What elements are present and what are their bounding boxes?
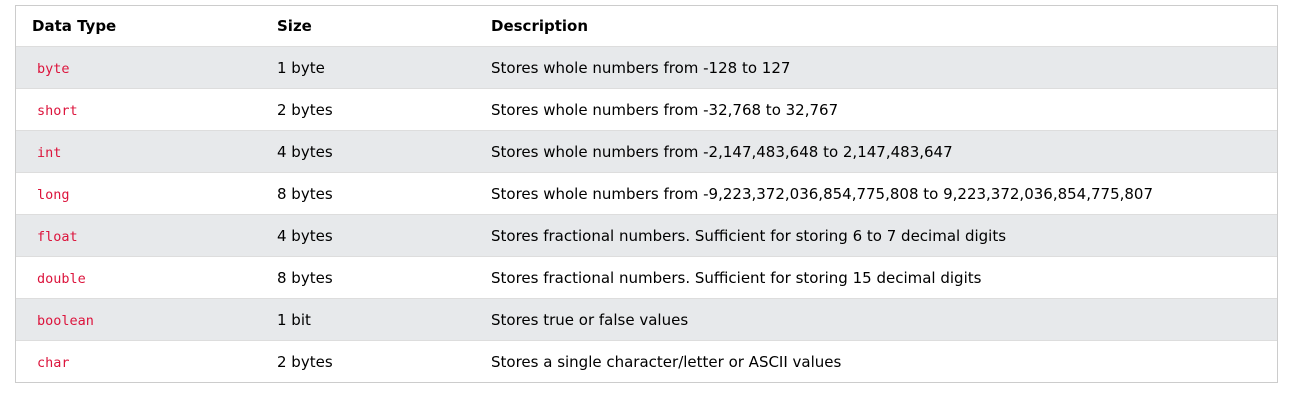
data-types-table-container: Data Type Size Description byte 1 byte S… (15, 5, 1278, 383)
code-keyword: long (37, 186, 70, 203)
code-keyword: int (37, 144, 62, 161)
cell-description: Stores whole numbers from -32,768 to 32,… (475, 88, 1277, 131)
code-keyword: double (37, 270, 86, 287)
cell-description: Stores true or false values (475, 298, 1277, 341)
code-keyword: short (37, 102, 78, 119)
cell-data-type: int (16, 130, 261, 173)
cell-size: 1 bit (261, 298, 475, 341)
code-keyword: byte (37, 60, 70, 77)
header-description: Description (475, 6, 1277, 47)
cell-description: Stores a single character/letter or ASCI… (475, 340, 1277, 382)
cell-description: Stores fractional numbers. Sufficient fo… (475, 214, 1277, 257)
table-row: long 8 bytes Stores whole numbers from -… (16, 172, 1277, 215)
code-keyword: char (37, 354, 70, 371)
cell-description: Stores whole numbers from -9,223,372,036… (475, 172, 1277, 215)
table-row: byte 1 byte Stores whole numbers from -1… (16, 46, 1277, 89)
cell-size: 8 bytes (261, 256, 475, 299)
cell-data-type: double (16, 256, 261, 299)
cell-data-type: long (16, 172, 261, 215)
table-row: short 2 bytes Stores whole numbers from … (16, 88, 1277, 131)
table-body: byte 1 byte Stores whole numbers from -1… (16, 46, 1277, 382)
table-row: boolean 1 bit Stores true or false value… (16, 298, 1277, 341)
cell-data-type: char (16, 340, 261, 382)
table-row: char 2 bytes Stores a single character/l… (16, 340, 1277, 382)
code-keyword: boolean (37, 312, 94, 329)
cell-description: Stores whole numbers from -128 to 127 (475, 46, 1277, 89)
cell-data-type: short (16, 88, 261, 131)
cell-size: 2 bytes (261, 88, 475, 131)
cell-size: 4 bytes (261, 130, 475, 173)
table-row: float 4 bytes Stores fractional numbers.… (16, 214, 1277, 257)
cell-size: 2 bytes (261, 340, 475, 382)
table-header: Data Type Size Description (16, 6, 1277, 47)
table-row: int 4 bytes Stores whole numbers from -2… (16, 130, 1277, 173)
cell-data-type: byte (16, 46, 261, 89)
cell-description: Stores whole numbers from -2,147,483,648… (475, 130, 1277, 173)
cell-data-type: float (16, 214, 261, 257)
cell-size: 1 byte (261, 46, 475, 89)
cell-size: 4 bytes (261, 214, 475, 257)
cell-description: Stores fractional numbers. Sufficient fo… (475, 256, 1277, 299)
cell-size: 8 bytes (261, 172, 475, 215)
header-data-type: Data Type (16, 6, 261, 47)
code-keyword: float (37, 228, 78, 245)
cell-data-type: boolean (16, 298, 261, 341)
data-types-table: Data Type Size Description byte 1 byte S… (16, 6, 1277, 382)
header-size: Size (261, 6, 475, 47)
header-row: Data Type Size Description (16, 6, 1277, 47)
table-row: double 8 bytes Stores fractional numbers… (16, 256, 1277, 299)
